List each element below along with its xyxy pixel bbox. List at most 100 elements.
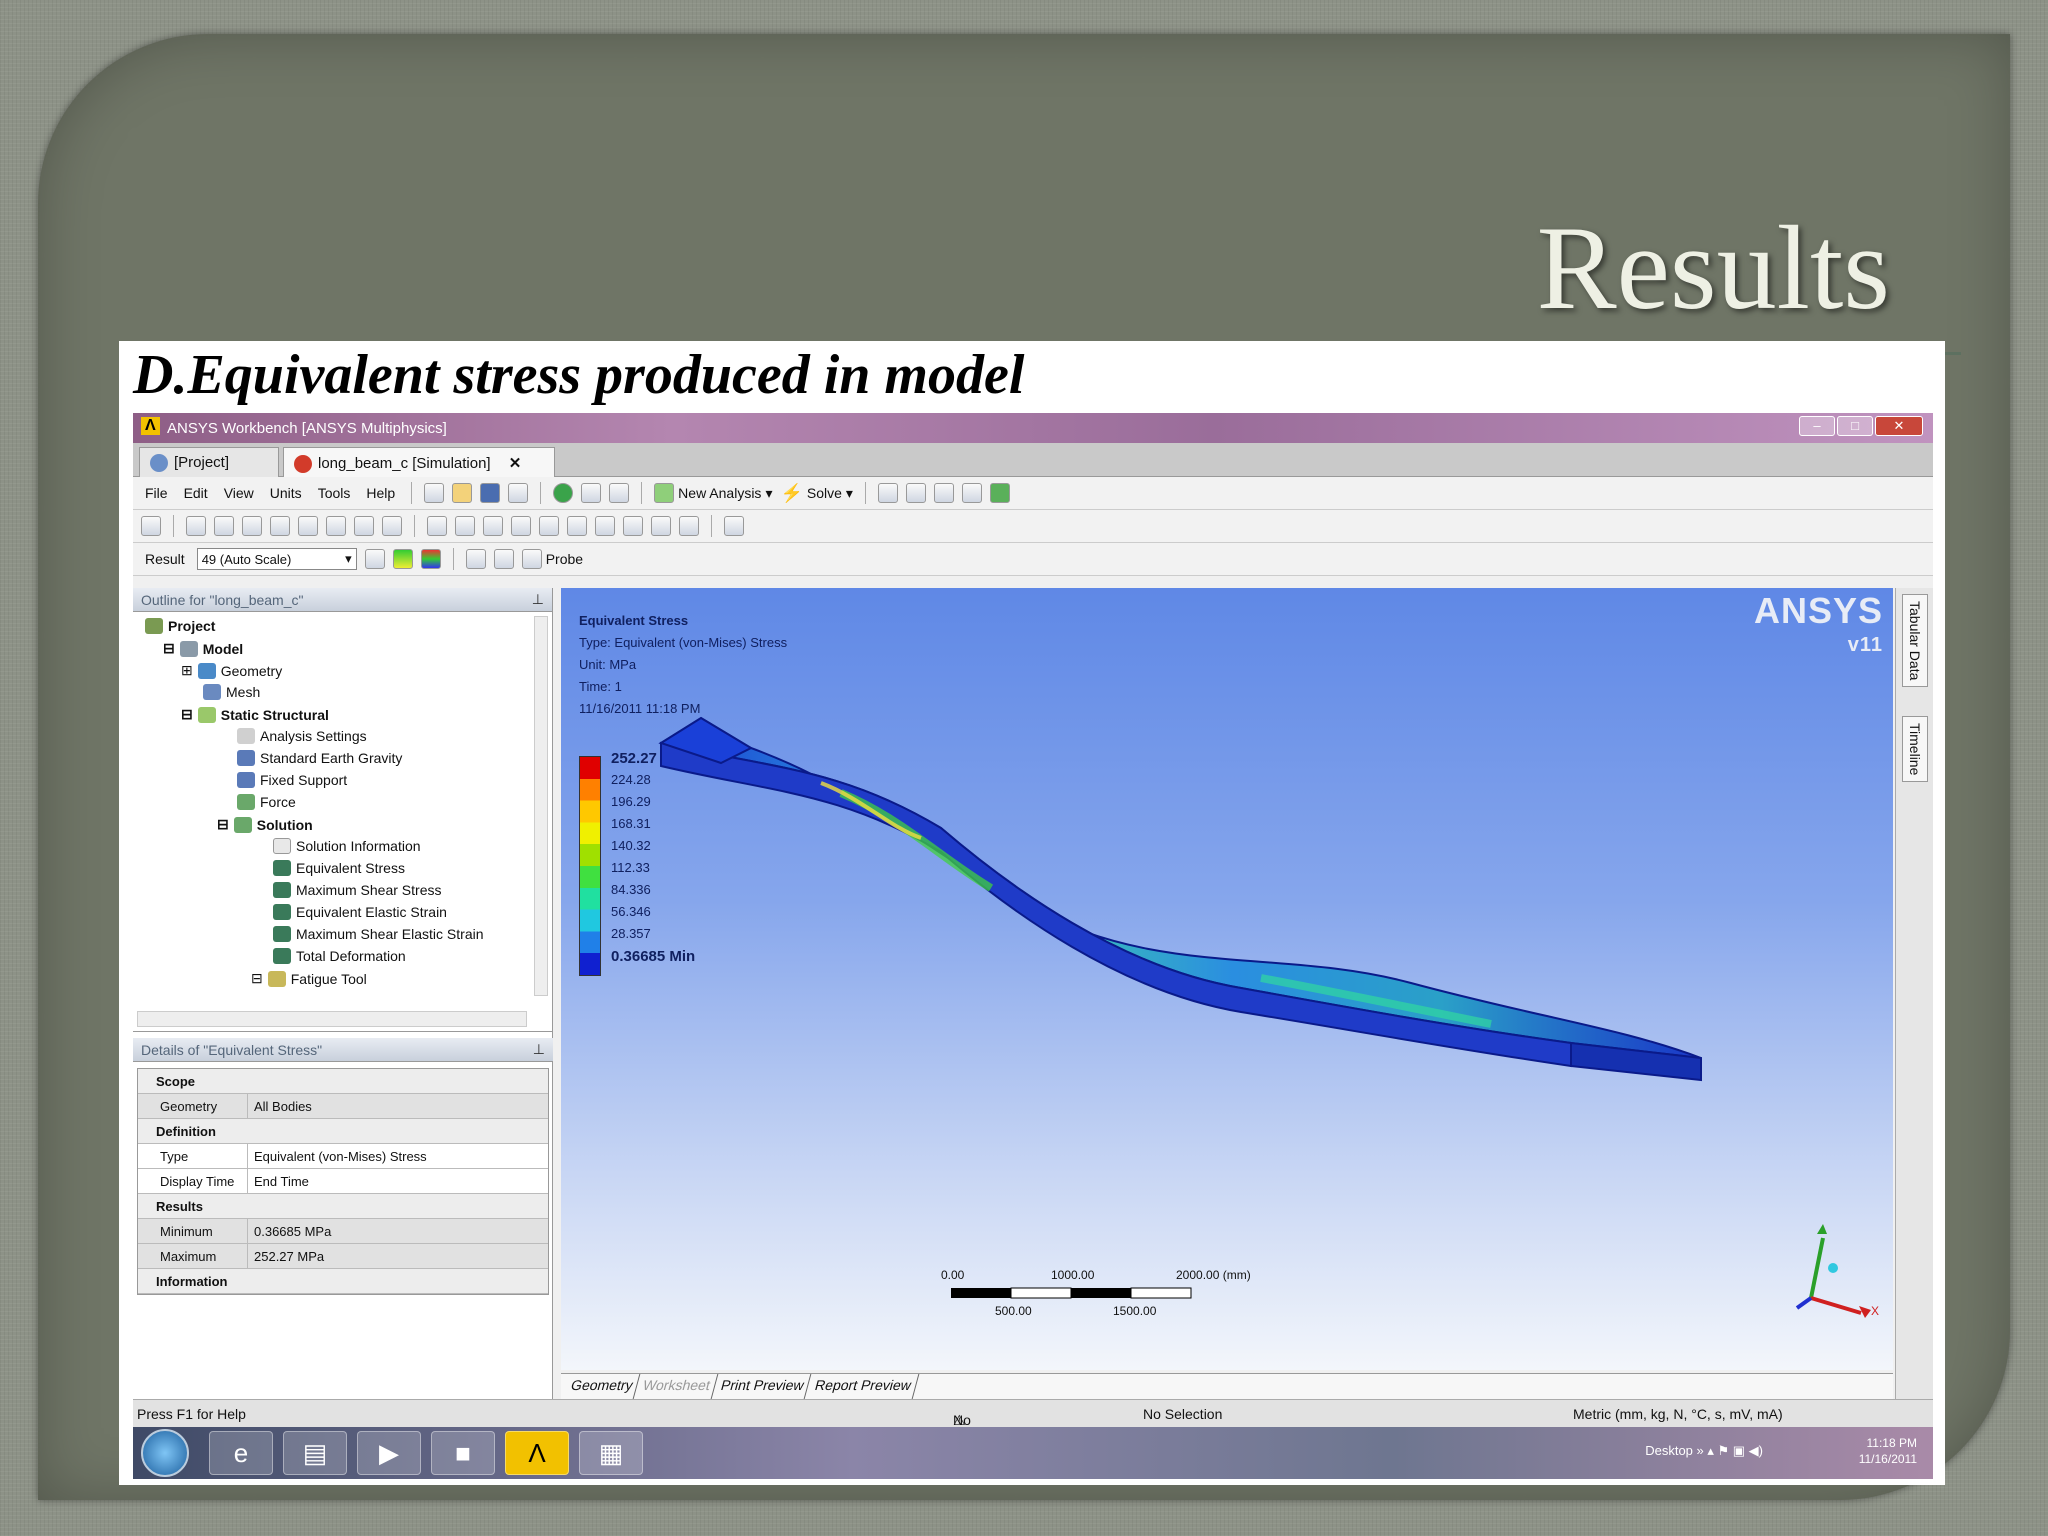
tree-node-static-structural[interactable]: ⊟ Static Structural	[181, 706, 329, 723]
tree-node-max-shear-stress[interactable]: Maximum Shear Stress	[273, 882, 441, 898]
tree-horizontal-scrollbar[interactable]	[137, 1011, 527, 1027]
menu-view[interactable]: View	[220, 485, 258, 501]
tree-node-solution-info[interactable]: Solution Information	[273, 838, 421, 854]
edges-icon[interactable]	[420, 549, 441, 569]
check-icon[interactable]	[553, 483, 574, 503]
tab-print-preview[interactable]: Print Preview	[711, 1374, 812, 1399]
details-row-type[interactable]: Type Equivalent (von-Mises) Stress	[138, 1144, 548, 1169]
grow-icon[interactable]	[326, 516, 346, 536]
zoom-out-icon[interactable]	[511, 516, 531, 536]
zoom-fit-icon[interactable]	[567, 516, 587, 536]
chart-icon[interactable]	[961, 483, 982, 503]
details-section-results[interactable]: Results	[138, 1194, 548, 1219]
isometric-icon[interactable]	[679, 516, 699, 536]
previous-view-icon[interactable]	[623, 516, 643, 536]
pan-icon[interactable]	[455, 516, 475, 536]
new-analysis-button[interactable]: New Analysis ▾	[654, 483, 772, 503]
status-units[interactable]: Metric (mm, kg, N, °C, s, mV, mA)	[1573, 1406, 1783, 1422]
geometry-display-icon[interactable]	[364, 549, 385, 569]
min-label-icon[interactable]	[493, 549, 514, 569]
tree-node-analysis-settings[interactable]: Analysis Settings	[237, 728, 367, 744]
tree-node-solution[interactable]: ⊟ Solution	[217, 816, 313, 833]
details-row-maximum[interactable]: Maximum 252.27 MPa	[138, 1244, 548, 1269]
menu-file[interactable]: File	[141, 485, 172, 501]
tree-node-equivalent-elastic-strain[interactable]: Equivalent Elastic Strain	[273, 904, 447, 920]
select-body-icon[interactable]	[270, 516, 290, 536]
result-scale-combo[interactable]: 49 (Auto Scale)	[196, 548, 357, 570]
start-button[interactable]	[141, 1429, 189, 1477]
collapse-icon[interactable]: ⊟	[181, 706, 193, 723]
close-button[interactable]: ✕	[1875, 416, 1923, 436]
tree-node-gravity[interactable]: Standard Earth Gravity	[237, 750, 402, 766]
tree-node-mesh[interactable]: Mesh	[203, 684, 260, 700]
select-face-icon[interactable]	[242, 516, 262, 536]
document-icon[interactable]: ▦	[579, 1431, 643, 1475]
app-icon[interactable]: ■	[431, 1431, 495, 1475]
magnifier-icon[interactable]	[595, 516, 615, 536]
tab-report-preview[interactable]: Report Preview	[805, 1374, 919, 1399]
desktop-toolbar[interactable]: Desktop » ▴ ⚑ ▣ ◀)	[1645, 1443, 1763, 1459]
viewport-layout-icon[interactable]	[724, 516, 744, 536]
menu-units[interactable]: Units	[266, 485, 306, 501]
expand-icon[interactable]: ⊞	[181, 662, 193, 679]
tree-node-project[interactable]: Project	[145, 618, 215, 634]
tree-node-equivalent-stress[interactable]: Equivalent Stress	[273, 860, 405, 876]
clear-icon[interactable]	[354, 516, 374, 536]
rotate-icon[interactable]	[427, 516, 447, 536]
select-edge-icon[interactable]	[214, 516, 234, 536]
tree-node-fixed-support[interactable]: Fixed Support	[237, 772, 347, 788]
tree-node-total-deformation[interactable]: Total Deformation	[273, 948, 406, 964]
collapse-icon[interactable]: ⊟	[217, 816, 229, 833]
collapse-icon[interactable]: ⊟	[163, 640, 175, 657]
report-icon[interactable]	[905, 483, 926, 503]
details-section-information[interactable]: Information	[138, 1269, 548, 1294]
zoom-in-icon[interactable]	[483, 516, 503, 536]
contour-icon[interactable]	[392, 549, 413, 569]
save-as-icon[interactable]	[508, 483, 529, 503]
new-icon[interactable]	[424, 483, 445, 503]
details-row-minimum[interactable]: Minimum 0.36685 MPa	[138, 1219, 548, 1244]
ie-icon[interactable]: e	[209, 1431, 273, 1475]
table-icon[interactable]	[609, 483, 630, 503]
worksheet-icon[interactable]	[933, 483, 954, 503]
details-row-geometry[interactable]: Geometry All Bodies	[138, 1094, 548, 1119]
max-label-icon[interactable]	[465, 549, 486, 569]
minimize-button[interactable]: –	[1799, 416, 1835, 436]
close-tab-icon[interactable]: ✕	[509, 455, 522, 472]
graph-icon[interactable]	[581, 483, 602, 503]
save-icon[interactable]	[480, 483, 501, 503]
tree-node-geometry[interactable]: ⊞ Geometry	[181, 662, 282, 679]
expand-icon[interactable]: ⊟	[251, 970, 263, 987]
tree-node-fatigue-tool[interactable]: ⊟ Fatigue Tool	[251, 970, 367, 987]
export-icon[interactable]	[989, 483, 1010, 503]
image-icon[interactable]	[877, 483, 898, 503]
tab-project[interactable]: [Project]	[139, 447, 279, 477]
tree-vertical-scrollbar[interactable]	[534, 616, 548, 996]
details-section-scope[interactable]: Scope	[138, 1069, 548, 1094]
pin-icon[interactable]: ⊥	[533, 1041, 545, 1058]
menu-help[interactable]: Help	[362, 485, 399, 501]
tab-geometry[interactable]: Geometry	[561, 1374, 641, 1399]
zoom-box-icon[interactable]	[539, 516, 559, 536]
tab-timeline[interactable]: Timeline	[1902, 716, 1928, 783]
graphics-viewport[interactable]: Equivalent Stress Type: Equivalent (von-…	[561, 588, 1893, 1370]
open-icon[interactable]	[452, 483, 473, 503]
tree-node-force[interactable]: Force	[237, 794, 296, 810]
ansys-taskbar-icon[interactable]: Λ	[505, 1431, 569, 1475]
probe-button[interactable]: Probe	[521, 549, 583, 569]
section-icon[interactable]	[382, 516, 402, 536]
menu-edit[interactable]: Edit	[180, 485, 212, 501]
tree-node-model[interactable]: ⊟ Model	[163, 640, 243, 657]
tab-simulation[interactable]: long_beam_c [Simulation] ✕	[283, 447, 555, 477]
menu-tools[interactable]: Tools	[314, 485, 355, 501]
details-section-definition[interactable]: Definition	[138, 1119, 548, 1144]
next-view-icon[interactable]	[651, 516, 671, 536]
select-vertex-icon[interactable]	[186, 516, 206, 536]
tree-node-max-shear-elastic-strain[interactable]: Maximum Shear Elastic Strain	[273, 926, 484, 942]
explorer-icon[interactable]: ▤	[283, 1431, 347, 1475]
solve-button[interactable]: ⚡ Solve ▾	[780, 483, 852, 504]
media-player-icon[interactable]: ▶	[357, 1431, 421, 1475]
extend-icon[interactable]	[298, 516, 318, 536]
tab-tabular-data[interactable]: Tabular Data	[1902, 594, 1928, 688]
pin-icon[interactable]: ⊥	[532, 591, 544, 608]
